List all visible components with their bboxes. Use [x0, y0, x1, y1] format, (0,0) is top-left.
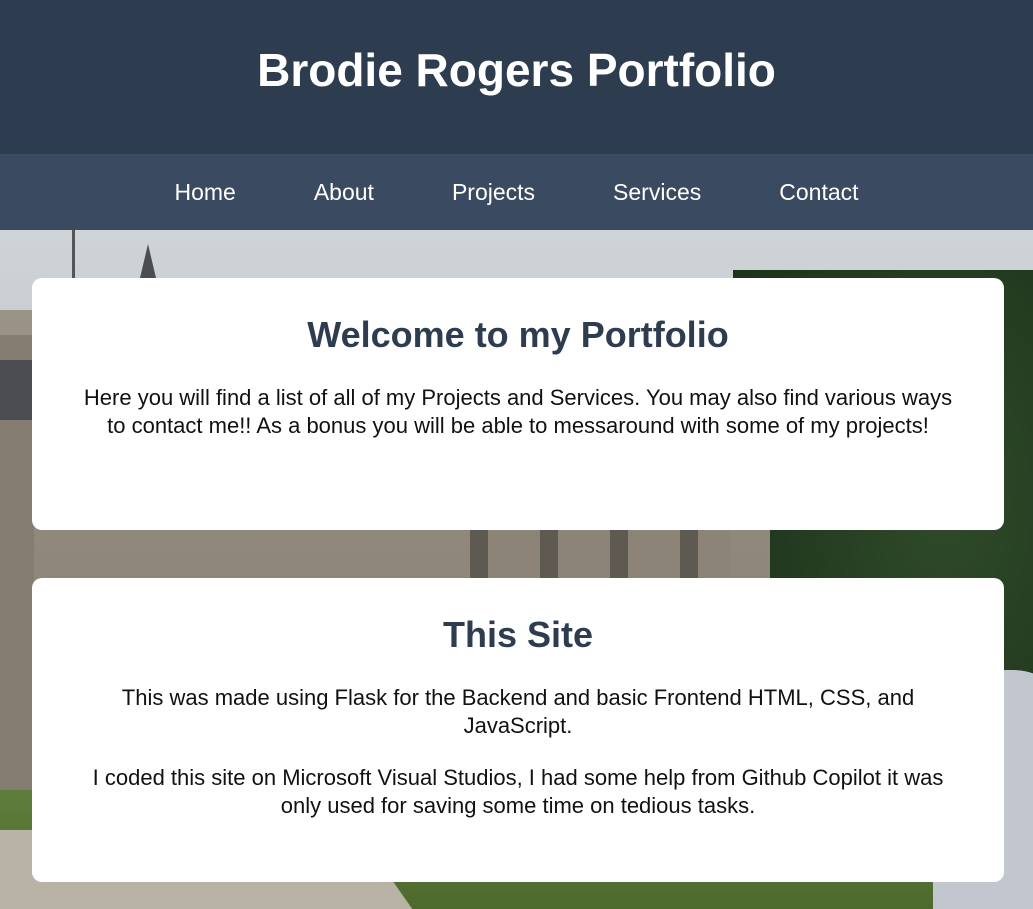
welcome-card: Welcome to my Portfolio Here you will fi… [32, 278, 1004, 530]
nav-link-services[interactable]: Services [613, 179, 701, 206]
nav-link-about[interactable]: About [314, 179, 374, 206]
background-spire [140, 244, 156, 278]
this-site-heading: This Site [442, 614, 594, 655]
nav-link-projects[interactable]: Projects [452, 179, 535, 206]
welcome-text: Here you will find a list of all of my P… [83, 385, 953, 438]
nav-link-contact[interactable]: Contact [779, 179, 858, 206]
this-site-card: This Site This was made using Flask for … [32, 578, 1004, 882]
background-flagpole [72, 230, 75, 278]
site-title: Brodie Rogers Portfolio [257, 44, 776, 96]
welcome-heading: Welcome to my Portfolio [307, 314, 729, 355]
nav-link-home[interactable]: Home [174, 179, 235, 206]
this-site-text-tools: I coded this site on Microsoft Visual St… [92, 765, 944, 818]
this-site-text-stack: This was made using Flask for the Backen… [121, 685, 915, 738]
main-nav: Home About Projects Services Contact [0, 154, 1033, 230]
site-header: Brodie Rogers Portfolio [0, 0, 1033, 154]
background-windows [470, 530, 730, 580]
